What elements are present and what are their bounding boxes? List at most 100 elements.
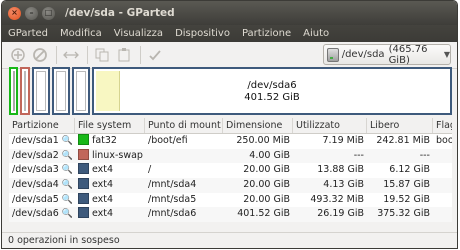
menu-aiuto[interactable]: Aiuto [303, 28, 329, 39]
table-row[interactable]: /dev/sda3 🔍 ext4 / 20.00 GiB 13.88 GiB 6.12 G… [9, 163, 452, 179]
partition-table: Partizione File system Punto di mount Di… [9, 118, 452, 223]
partition-name: /dev/sda2 [12, 149, 59, 161]
paste-icon [118, 48, 130, 62]
col-libero[interactable]: Libero [367, 118, 433, 133]
key-icon: 🔍 [61, 165, 73, 176]
cell-mount: / [148, 164, 152, 176]
table-row[interactable]: /dev/sda2 🔍 linux-swap 4.00 GiB --- --- [9, 148, 452, 164]
cell-mount: /mnt/sda4 [148, 179, 197, 191]
cell-free: 15.87 GiB [383, 179, 430, 191]
disk-map: /dev/sda6 401.52 GiB [9, 67, 452, 115]
cell-used: --- [353, 149, 364, 161]
menu-gparted[interactable]: GParted [8, 28, 48, 39]
cell-free: 242.81 MiB [376, 135, 430, 146]
col-filesystem[interactable]: File system [75, 118, 145, 133]
filesystem-name: ext4 [92, 164, 114, 176]
gparted-window: × – □ /dev/sda - GParted GParted Modific… [1, 0, 458, 249]
cell-flag [433, 178, 452, 193]
key-icon: 🔍 [61, 180, 73, 191]
cell-size: 250.00 MiB [236, 135, 290, 146]
close-window-button[interactable]: × [8, 6, 21, 20]
cell-size: 4.00 GiB [249, 149, 290, 161]
cell-filesystem: linux-swap [75, 148, 145, 164]
close-icon: × [11, 8, 18, 17]
table-row[interactable]: /dev/sda1 🔍 fat32/boot/efi 250.00 MiB 7.19 … [9, 134, 452, 149]
cell-size: 20.00 GiB [243, 193, 290, 205]
partition-name: /dev/sda4 [12, 179, 59, 191]
cell-size: 401.52 GiB [237, 208, 290, 220]
menu-partizione[interactable]: Partizione [242, 28, 291, 39]
key-icon: 🔍 [61, 209, 73, 220]
menu-visualizza[interactable]: Visualizza [114, 28, 163, 39]
table-row[interactable]: /dev/sda5 🔍 ext4/mnt/sda5 20.00 GiB 493.32 … [9, 192, 452, 208]
title-bar: × – □ /dev/sda - GParted [2, 1, 457, 25]
filesystem-name: ext4 [92, 208, 114, 220]
menu-bar: GParted Modifica Visualizza Dispositivo … [2, 25, 457, 42]
cell-free: 19.52 GiB [383, 193, 430, 205]
delete-partition-button[interactable] [30, 45, 50, 65]
diskmap-partition-sda6[interactable]: /dev/sda6 401.52 GiB [92, 67, 452, 115]
filesystem-color-swatch [78, 207, 89, 219]
toolbar-separator [87, 46, 88, 64]
cell-filesystem: ext4 [75, 178, 145, 193]
diskmap-partition-sda3[interactable] [32, 67, 50, 115]
cell-flag: boot [436, 135, 452, 146]
diskmap-partition-sda5[interactable] [72, 67, 90, 115]
col-flag[interactable]: Flag [433, 118, 452, 133]
cell-filesystem: ext4 [75, 207, 145, 222]
harddisk-icon [327, 47, 339, 62]
cell-mount: /mnt/sda6 [148, 208, 197, 220]
device-size: (465.76 GiB) [388, 43, 428, 66]
col-utilizzato[interactable]: Utilizzato [293, 118, 367, 133]
table-header: Partizione File system Punto di mount Di… [9, 118, 452, 134]
filesystem-color-swatch [78, 192, 89, 204]
col-dimensione[interactable]: Dimensione [223, 118, 293, 133]
diskmap-partition-sda1[interactable] [9, 67, 18, 115]
cell-free: 375.32 GiB [377, 208, 430, 220]
partition-name: /dev/sda1 [12, 135, 59, 146]
device-selector[interactable]: /dev/sda (465.76 GiB) ▼ [323, 43, 451, 66]
new-partition-button[interactable] [8, 45, 28, 65]
cell-size: 20.00 GiB [243, 179, 290, 191]
toolbar-separator [56, 46, 57, 64]
paste-button[interactable] [114, 45, 134, 65]
check-icon [149, 50, 161, 61]
diskmap-partition-sda4[interactable] [52, 67, 70, 115]
cell-mount: /boot/efi [148, 135, 188, 146]
table-row[interactable]: /dev/sda4 🔍 ext4/mnt/sda4 20.00 GiB 4.13 Gi… [9, 178, 452, 193]
diskmap-partition-name: /dev/sda6 [247, 80, 297, 91]
table-body: /dev/sda1 🔍 fat32/boot/efi 250.00 MiB 7.19 … [9, 134, 452, 223]
filesystem-color-swatch [78, 134, 89, 145]
filesystem-color-swatch [78, 148, 89, 160]
apply-button[interactable] [145, 45, 165, 65]
menu-dispositivo[interactable]: Dispositivo [175, 28, 230, 39]
cell-flag [433, 163, 452, 178]
minimize-icon: – [29, 8, 34, 17]
table-row[interactable]: /dev/sda6 🔍 ext4/mnt/sda6 401.52 GiB 26.19 … [9, 207, 452, 223]
copy-button[interactable] [92, 45, 112, 65]
cell-free: 6.12 GiB [389, 164, 430, 176]
menu-modifica[interactable]: Modifica [60, 28, 102, 39]
cell-size: 20.00 GiB [243, 164, 290, 176]
cell-partition: /dev/sda1 🔍 [9, 134, 75, 149]
diskmap-partition-sda2[interactable] [20, 67, 30, 115]
maximize-window-button[interactable]: □ [42, 6, 55, 20]
cell-flag [433, 207, 452, 222]
filesystem-name: fat32 [92, 135, 117, 146]
col-partizione[interactable]: Partizione [9, 118, 75, 133]
resize-button[interactable] [61, 45, 81, 65]
delete-icon [33, 48, 47, 62]
status-bar: 0 operazioni in sospeso [2, 232, 457, 248]
partition-name: /dev/sda5 [12, 193, 59, 205]
cell-filesystem: ext4 [75, 192, 145, 208]
toolbar-separator [140, 46, 141, 64]
cell-free: --- [419, 149, 430, 161]
cell-mount: /mnt/sda5 [148, 193, 197, 205]
minimize-window-button[interactable]: – [25, 6, 38, 20]
filesystem-color-swatch [78, 163, 89, 175]
key-icon: 🔍 [61, 136, 73, 146]
copy-icon [95, 48, 109, 62]
col-mount[interactable]: Punto di mount [145, 118, 223, 133]
diskmap-partition-size: 401.52 GiB [244, 92, 300, 103]
cell-used: 26.19 GiB [317, 208, 364, 220]
